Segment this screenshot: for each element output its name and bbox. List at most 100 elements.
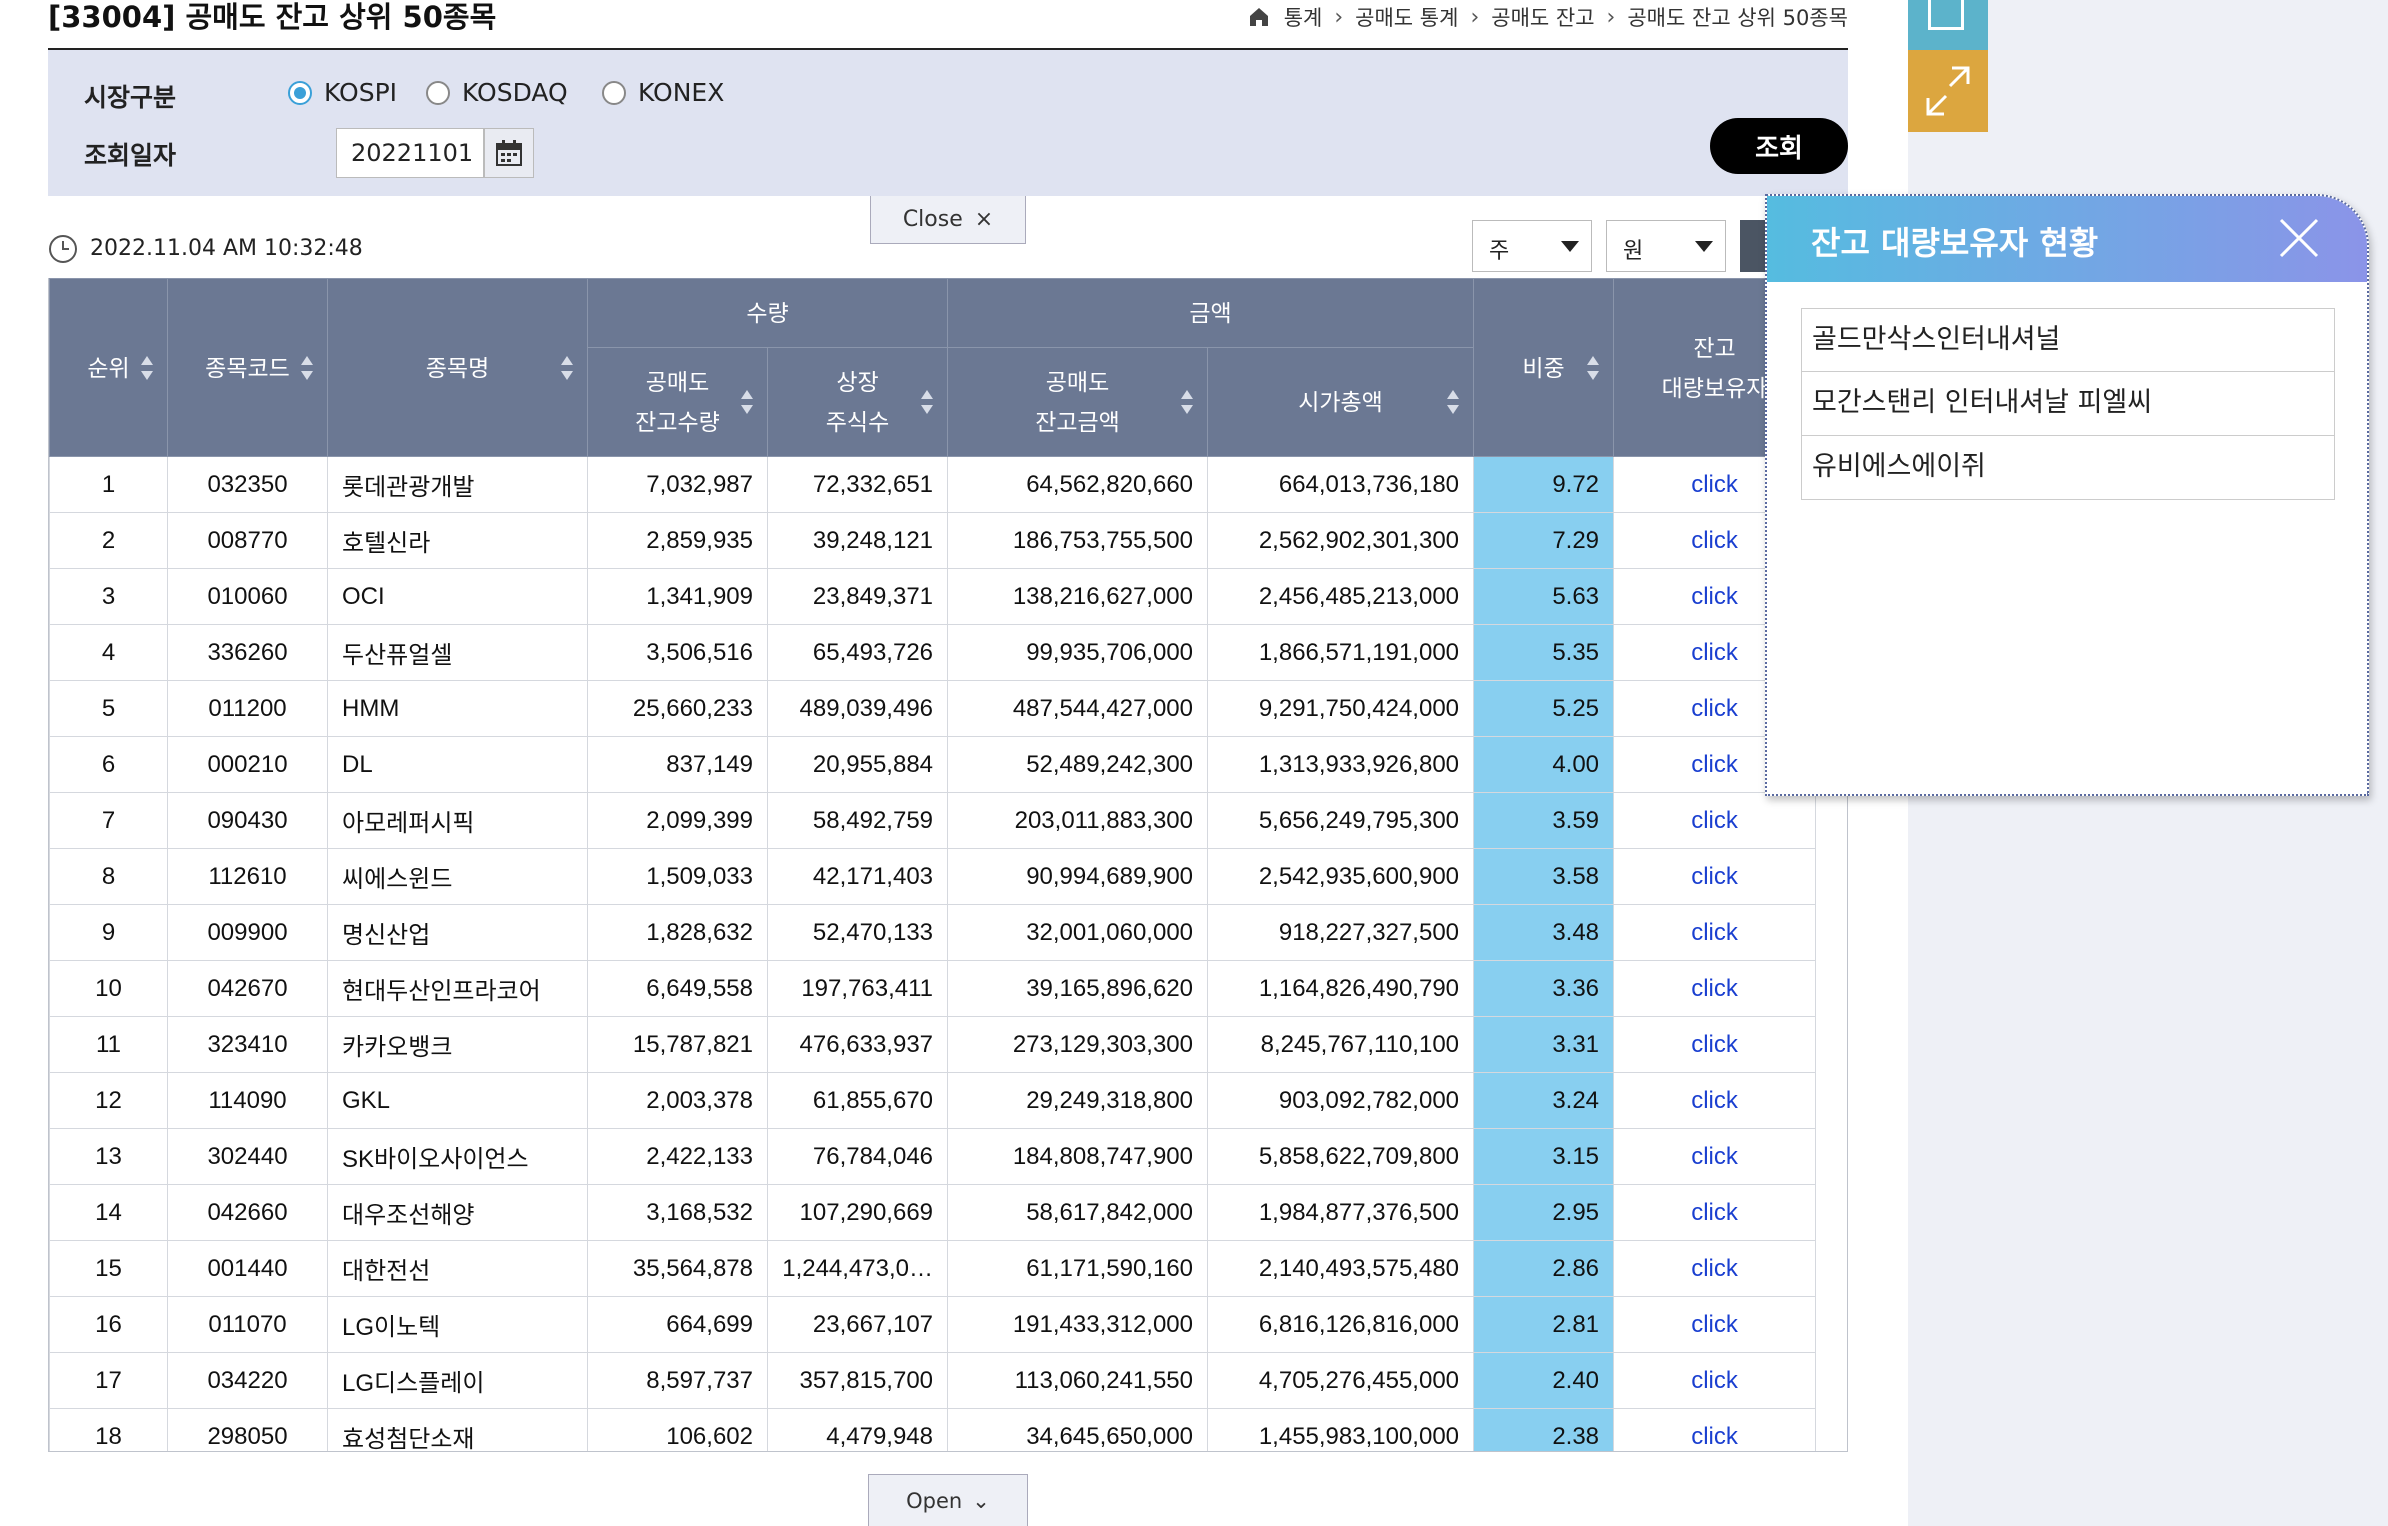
table-row[interactable]: 12 114090 GKL 2,003,378 61,855,670 29,249,318… — [49, 1072, 1817, 1129]
cell-short-amt: 487,544,427,000 — [947, 680, 1209, 737]
radio-kospi[interactable]: KOSPI — [288, 78, 397, 107]
open-toggle[interactable]: Open ⌄ — [868, 1474, 1028, 1526]
col-short-qty-label-2: 잔고수량 — [635, 409, 720, 435]
sort-icon[interactable] — [1587, 355, 1600, 380]
market-label: 시장구분 — [84, 83, 177, 112]
breadcrumb-item[interactable]: 공매도 통계 — [1355, 2, 1458, 32]
table-row[interactable]: 11 323410 카카오뱅크 15,787,821 476,633,937 273,12… — [49, 1016, 1817, 1073]
cell-short-amt: 273,129,303,300 — [947, 1016, 1209, 1073]
cell-name: 호텔신라 — [327, 512, 588, 569]
holder-click-link[interactable]: click — [1613, 1184, 1817, 1241]
table-row[interactable]: 5 011200 HMM 25,660,233 489,039,496 487,544,4… — [49, 680, 1817, 737]
radio-kospi-dot[interactable] — [288, 80, 312, 105]
holder-click-link[interactable]: click — [1613, 960, 1817, 1017]
cell-short-qty: 1,341,909 — [587, 568, 768, 625]
radio-kosdaq-dot[interactable] — [426, 80, 450, 105]
table-row[interactable]: 15 001440 대한전선 35,564,878 1,244,473,0… 61,171… — [49, 1240, 1817, 1297]
table-row[interactable]: 1 032350 롯데관광개발 7,032,987 72,332,651 64,562,8… — [49, 456, 1817, 513]
cell-short-amt: 61,171,590,160 — [947, 1240, 1209, 1297]
chevron-down-icon — [1695, 241, 1713, 252]
cell-code: 011070 — [167, 1296, 328, 1353]
col-listed-label-1: 상장 — [836, 369, 879, 395]
cell-short-qty: 25,660,233 — [587, 680, 768, 737]
cell-name: 효성첨단소재 — [327, 1408, 588, 1451]
table-row[interactable]: 14 042660 대우조선해양 3,168,532 107,290,669 58,617… — [49, 1184, 1817, 1241]
cell-mktcap: 9,291,750,424,000 — [1207, 680, 1475, 737]
table-row[interactable]: 18 298050 효성첨단소재 106,602 4,479,948 34,645,650… — [49, 1408, 1817, 1451]
sort-icon[interactable] — [1181, 390, 1194, 414]
cell-code: 042670 — [167, 960, 328, 1017]
table-row[interactable]: 13 302440 SK바이오사이언스 2,422,133 76,784,046 184,… — [49, 1128, 1817, 1185]
close-search-toggle[interactable]: Close × — [870, 196, 1026, 244]
holder-click-link[interactable]: click — [1613, 1016, 1817, 1073]
table-row[interactable]: 17 034220 LG디스플레이 8,597,737 357,815,700 113,0… — [49, 1352, 1817, 1409]
cell-rank: 16 — [49, 1296, 168, 1353]
table-row[interactable]: 6 000210 DL 837,149 20,955,884 52,489,242,300… — [49, 736, 1817, 793]
holder-click-link[interactable]: click — [1613, 1128, 1817, 1185]
holder-click-link[interactable]: click — [1613, 1072, 1817, 1129]
calendar-button[interactable] — [484, 128, 534, 178]
radio-konex-dot[interactable] — [602, 80, 626, 105]
table-row[interactable]: 4 336260 두산퓨얼셀 3,506,516 65,493,726 99,935,70… — [49, 624, 1817, 681]
col-name[interactable]: 종목명 — [327, 278, 588, 457]
holder-click-link[interactable]: click — [1613, 792, 1817, 849]
close-icon[interactable] — [2277, 216, 2321, 260]
cell-mktcap: 6,816,126,816,000 — [1207, 1296, 1475, 1353]
holder-click-link[interactable]: click — [1613, 848, 1817, 905]
table-row[interactable]: 8 112610 씨에스윈드 1,509,033 42,171,403 90,994,68… — [49, 848, 1817, 905]
date-input[interactable]: 20221101 — [336, 128, 484, 178]
breadcrumb-item[interactable]: 공매도 잔고 상위 50종목 — [1627, 2, 1848, 32]
cell-ratio: 3.24 — [1473, 1072, 1615, 1129]
col-mktcap[interactable]: 시가총액 — [1207, 347, 1475, 457]
breadcrumb-item[interactable]: 공매도 잔고 — [1491, 2, 1594, 32]
cell-ratio: 5.63 — [1473, 568, 1615, 625]
holder-click-link[interactable]: click — [1613, 904, 1817, 961]
col-listed[interactable]: 상장 주식수 — [766, 347, 949, 457]
col-short-qty[interactable]: 공매도 잔고수량 — [587, 347, 768, 457]
cell-mktcap: 903,092,782,000 — [1207, 1072, 1475, 1129]
cell-short-amt: 64,562,820,660 — [947, 456, 1209, 513]
breadcrumb-item[interactable]: 통계 — [1284, 2, 1323, 32]
expand-button[interactable] — [1908, 50, 1988, 132]
table-row[interactable]: 16 011070 LG이노텍 664,699 23,667,107 191,433,31… — [49, 1296, 1817, 1353]
table-row[interactable]: 9 009900 명신산업 1,828,632 52,470,133 32,001,060… — [49, 904, 1817, 961]
cell-short-amt: 90,994,689,900 — [947, 848, 1209, 905]
sort-icon[interactable] — [301, 355, 313, 380]
group-amount: 금액 — [947, 278, 1475, 348]
cell-ratio: 2.38 — [1473, 1408, 1615, 1451]
holder-click-link[interactable]: click — [1613, 1240, 1817, 1297]
table-row[interactable]: 10 042670 현대두산인프라코어 6,649,558 197,763,411 39,… — [49, 960, 1817, 1017]
cell-mktcap: 1,866,571,191,000 — [1207, 624, 1475, 681]
amount-unit-value: 원 — [1623, 239, 1644, 264]
table-row[interactable]: 7 090430 아모레퍼시픽 2,099,399 58,492,759 203,011,… — [49, 792, 1817, 849]
col-ratio[interactable]: 비중 — [1473, 278, 1615, 457]
holder-click-link[interactable]: click — [1613, 1408, 1817, 1451]
cell-ratio: 3.48 — [1473, 904, 1615, 961]
cell-code: 000210 — [167, 736, 328, 793]
col-rank[interactable]: 순위 — [49, 278, 168, 457]
table-row[interactable]: 2 008770 호텔신라 2,859,935 39,248,121 186,753,75… — [49, 512, 1817, 569]
amount-unit-select[interactable]: 원 — [1606, 220, 1726, 272]
cell-listed: 4,479,948 — [766, 1408, 949, 1451]
quantity-unit-select[interactable]: 주 — [1472, 220, 1592, 272]
sort-icon[interactable] — [741, 390, 753, 414]
col-short-amt-label-1: 공매도 — [1045, 369, 1110, 395]
holder-click-link[interactable]: click — [1613, 1296, 1817, 1353]
sort-icon[interactable] — [1447, 390, 1460, 414]
radio-konex[interactable]: KONEX — [602, 78, 724, 107]
side-copy-button[interactable] — [1908, 0, 1988, 50]
cell-code: 009900 — [167, 904, 328, 961]
short-balance-table[interactable]: 순위 종목코드 종목명 수량 금액 비중 잔고 대량보유자 공매도 잔고수량 상장 주… — [48, 278, 1848, 1452]
sort-icon[interactable] — [141, 355, 153, 380]
table-row[interactable]: 3 010060 OCI 1,341,909 23,849,371 138,216,627… — [49, 568, 1817, 625]
search-button[interactable]: 조회 — [1710, 118, 1848, 174]
col-short-amt[interactable]: 공매도 잔고금액 — [947, 347, 1209, 457]
col-code[interactable]: 종목코드 — [167, 278, 328, 457]
holder-click-link[interactable]: click — [1613, 1352, 1817, 1409]
home-icon[interactable] — [1248, 6, 1270, 28]
cell-code: 302440 — [167, 1128, 328, 1185]
sort-icon[interactable] — [561, 355, 573, 380]
date-label: 조회일자 — [84, 141, 177, 170]
radio-kosdaq[interactable]: KOSDAQ — [426, 78, 568, 107]
sort-icon[interactable] — [921, 390, 934, 414]
